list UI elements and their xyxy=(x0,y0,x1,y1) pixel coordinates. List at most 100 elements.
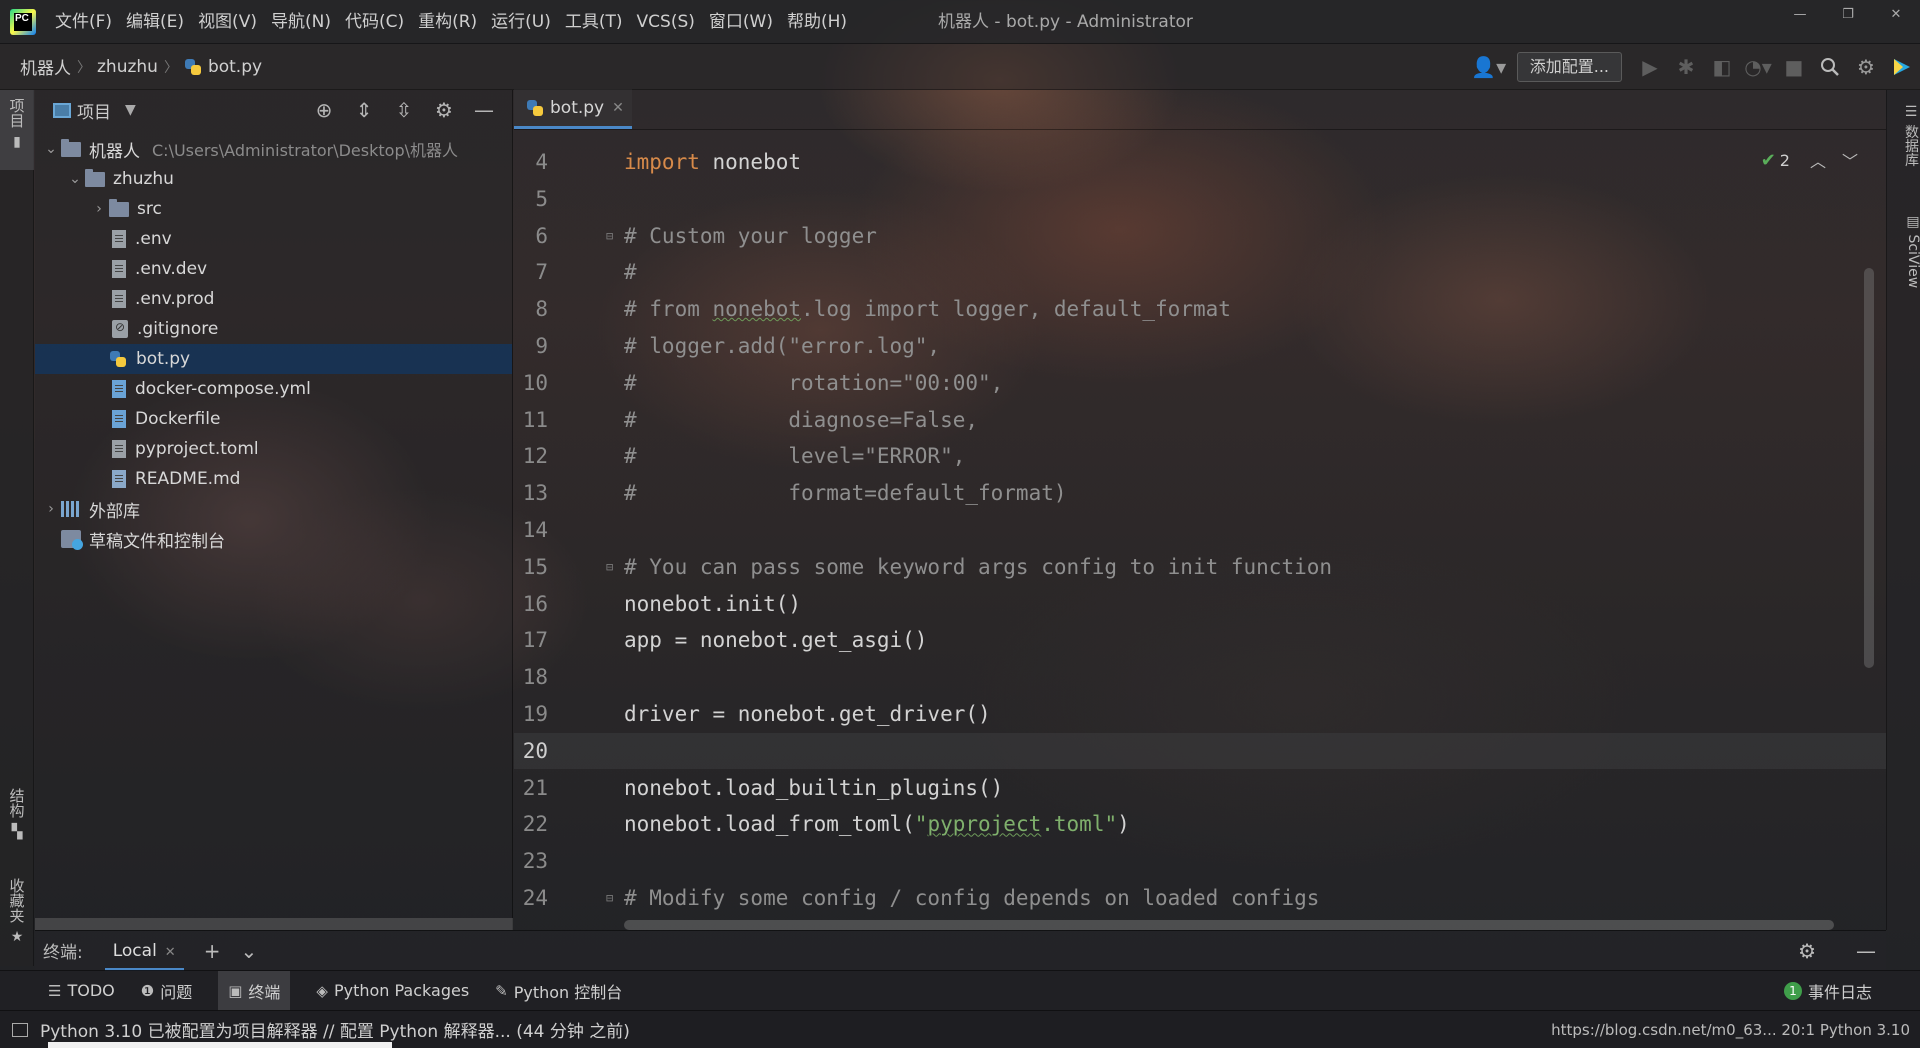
structure-tool-tab[interactable]: 结构 ▚ xyxy=(0,780,34,850)
code-line[interactable]: 8 # from nonebot.log import logger, defau… xyxy=(514,291,1886,327)
menu-item[interactable]: 代码(C) xyxy=(338,0,411,44)
breadcrumb-project[interactable]: 机器人 xyxy=(20,54,71,79)
editor-tab-bot-py[interactable]: bot.py ✕ xyxy=(514,89,632,129)
user-account-icon[interactable]: 👤▾ xyxy=(1471,49,1507,85)
tree-item[interactable]: .env.prod xyxy=(35,284,512,314)
bottom-tab[interactable]: ▣ 终端 xyxy=(218,970,291,1011)
code-line[interactable]: 4 import nonebot xyxy=(514,144,1886,180)
chevron-down-icon[interactable]: ⌄ xyxy=(41,141,61,157)
favorites-tool-tab[interactable]: 收藏夹 ★ xyxy=(0,870,34,960)
code-line[interactable]: 13 # format=default_format) xyxy=(514,475,1886,511)
tree-item[interactable]: docker-compose.yml xyxy=(35,374,512,404)
chevron-down-icon[interactable]: ⌄ xyxy=(240,939,257,963)
terminal-tab-local[interactable]: Local ✕ xyxy=(104,931,184,971)
breadcrumb-file[interactable]: bot.py xyxy=(208,57,262,77)
profile-icon[interactable]: ◔▾ xyxy=(1740,49,1776,85)
project-view-selector[interactable]: 项目 xyxy=(77,98,111,123)
chevron-right-icon[interactable]: › xyxy=(89,201,109,217)
code-line[interactable]: 12 # level="ERROR", xyxy=(514,438,1886,474)
sciview-tool-tab[interactable]: ▤ SciView xyxy=(1887,214,1920,288)
bottom-tab[interactable]: ◈ Python Packages xyxy=(316,981,469,1000)
bottom-tab[interactable]: ☰ TODO xyxy=(48,981,115,1000)
horizontal-scrollbar[interactable] xyxy=(624,920,1834,930)
code-line[interactable]: 18 xyxy=(514,659,1886,695)
code-line[interactable]: 11 # diagnose=False, xyxy=(514,402,1886,438)
fold-marker-icon[interactable]: ⊟ xyxy=(606,549,613,585)
code-line[interactable]: 22 nonebot.load_from_toml("pyproject.toml… xyxy=(514,806,1886,842)
fold-marker-icon[interactable]: ⊟ xyxy=(606,218,613,254)
bottom-tab[interactable]: ✎ Python 控制台 xyxy=(495,979,622,1003)
settings-gear-icon[interactable]: ⚙ xyxy=(1848,49,1884,85)
code-line[interactable]: 23 xyxy=(514,843,1886,879)
code-line[interactable]: 6 ⊟ # Custom your logger xyxy=(514,218,1886,254)
code-line[interactable]: 20 xyxy=(514,732,1886,769)
code-line[interactable]: 21 nonebot.load_builtin_plugins() xyxy=(514,770,1886,806)
run-icon[interactable]: ▶ xyxy=(1632,49,1668,85)
code-line[interactable]: 9 # logger.add("error.log", xyxy=(514,328,1886,364)
bottom-tab[interactable]: ❶ 问题 xyxy=(141,979,192,1003)
locate-file-icon[interactable]: ⊕ xyxy=(304,98,344,122)
menu-item[interactable]: 工具(T) xyxy=(558,0,630,44)
code-line[interactable]: 17 app = nonebot.get_asgi() xyxy=(514,622,1886,658)
menu-item[interactable]: 运行(U) xyxy=(484,0,558,44)
menu-item[interactable]: 帮助(H) xyxy=(780,0,854,44)
collapse-all-icon[interactable]: ⇳ xyxy=(384,98,424,122)
tree-item[interactable]: 草稿文件和控制台 xyxy=(35,524,512,554)
minimize-button[interactable]: — xyxy=(1776,0,1824,44)
menu-item[interactable]: 导航(N) xyxy=(264,0,338,44)
close-window-button[interactable]: ✕ xyxy=(1872,0,1920,44)
code-line[interactable]: 5 xyxy=(514,181,1886,217)
coverage-icon[interactable]: ◧ xyxy=(1704,49,1740,85)
tree-item[interactable]: .env xyxy=(35,224,512,254)
status-message[interactable]: Python 3.10 已被配置为项目解释器 // 配置 Python 解释器.… xyxy=(40,1017,630,1042)
hide-panel-icon[interactable]: — xyxy=(464,98,504,122)
event-log-tab[interactable]: 1 事件日志 xyxy=(1783,971,1872,1011)
expand-all-icon[interactable]: ⇕ xyxy=(344,98,384,122)
tree-item[interactable]: bot.py xyxy=(35,344,512,374)
debug-icon[interactable]: ✱ xyxy=(1668,49,1704,85)
breadcrumb-folder[interactable]: zhuzhu xyxy=(97,57,158,77)
tree-item[interactable]: pyproject.toml xyxy=(35,434,512,464)
chevron-down-icon[interactable]: ⌄ xyxy=(65,171,85,187)
toggle-tool-windows-icon[interactable] xyxy=(12,1022,28,1037)
close-tab-icon[interactable]: ✕ xyxy=(165,945,176,960)
add-configuration-button[interactable]: 添加配置... xyxy=(1516,52,1622,82)
tree-item[interactable]: README.md xyxy=(35,464,512,494)
tree-item[interactable]: › 外部库 xyxy=(35,494,512,524)
terminal-settings-icon[interactable]: ⚙ xyxy=(1798,939,1816,963)
tree-item[interactable]: ⌄ zhuzhu xyxy=(35,164,512,194)
tree-item[interactable]: ⌄ 机器人 C:\Users\Administrator\Desktop\机器人 xyxy=(35,134,512,164)
stop-icon[interactable]: ■ xyxy=(1776,49,1812,85)
project-tool-tab[interactable]: 项目 ▮ xyxy=(0,90,34,170)
panel-settings-icon[interactable]: ⚙ xyxy=(424,98,464,122)
menu-item[interactable]: 窗口(W) xyxy=(702,0,780,44)
fold-marker-icon[interactable]: ⊟ xyxy=(606,880,613,916)
code-line[interactable]: 15 ⊟ # You can pass some keyword args conf… xyxy=(514,549,1886,585)
menu-item[interactable]: 编辑(E) xyxy=(119,0,191,44)
menu-item[interactable]: 重构(R) xyxy=(411,0,484,44)
code-line[interactable]: 24 ⊟ # Modify some config / config depends… xyxy=(514,880,1886,916)
code-with-me-icon[interactable] xyxy=(1884,49,1920,85)
code-line[interactable]: 10 # rotation="00:00", xyxy=(514,365,1886,401)
code-line[interactable]: 14 xyxy=(514,512,1886,548)
code-line[interactable]: 19 driver = nonebot.get_driver() xyxy=(514,696,1886,732)
code-area[interactable]: ✔ 2 ︿ ﹀ 4 import nonebot 5 6 ⊟ # Custom your … xyxy=(514,130,1886,930)
menu-item[interactable]: 文件(F) xyxy=(48,0,119,44)
horizontal-scrollbar[interactable] xyxy=(35,918,513,930)
hide-terminal-icon[interactable]: — xyxy=(1856,939,1876,963)
chevron-down-icon[interactable]: ▼ xyxy=(125,102,136,118)
restore-button[interactable]: ❐ xyxy=(1824,0,1872,44)
menu-item[interactable]: 视图(V) xyxy=(191,0,264,44)
code-line[interactable]: 16 nonebot.init() xyxy=(514,586,1886,622)
close-tab-icon[interactable]: ✕ xyxy=(612,100,624,116)
tree-item[interactable]: Dockerfile xyxy=(35,404,512,434)
database-tool-tab[interactable]: ☰ 数据库 xyxy=(1887,104,1920,166)
chevron-right-icon[interactable]: › xyxy=(41,501,61,517)
menu-item[interactable]: VCS(S) xyxy=(630,0,702,44)
new-terminal-icon[interactable]: + xyxy=(204,939,221,963)
tree-item[interactable]: › src xyxy=(35,194,512,224)
code-line[interactable]: 7 # xyxy=(514,254,1886,290)
tree-item[interactable]: .env.dev xyxy=(35,254,512,284)
search-icon[interactable] xyxy=(1812,49,1848,85)
tree-item[interactable]: .gitignore xyxy=(35,314,512,344)
